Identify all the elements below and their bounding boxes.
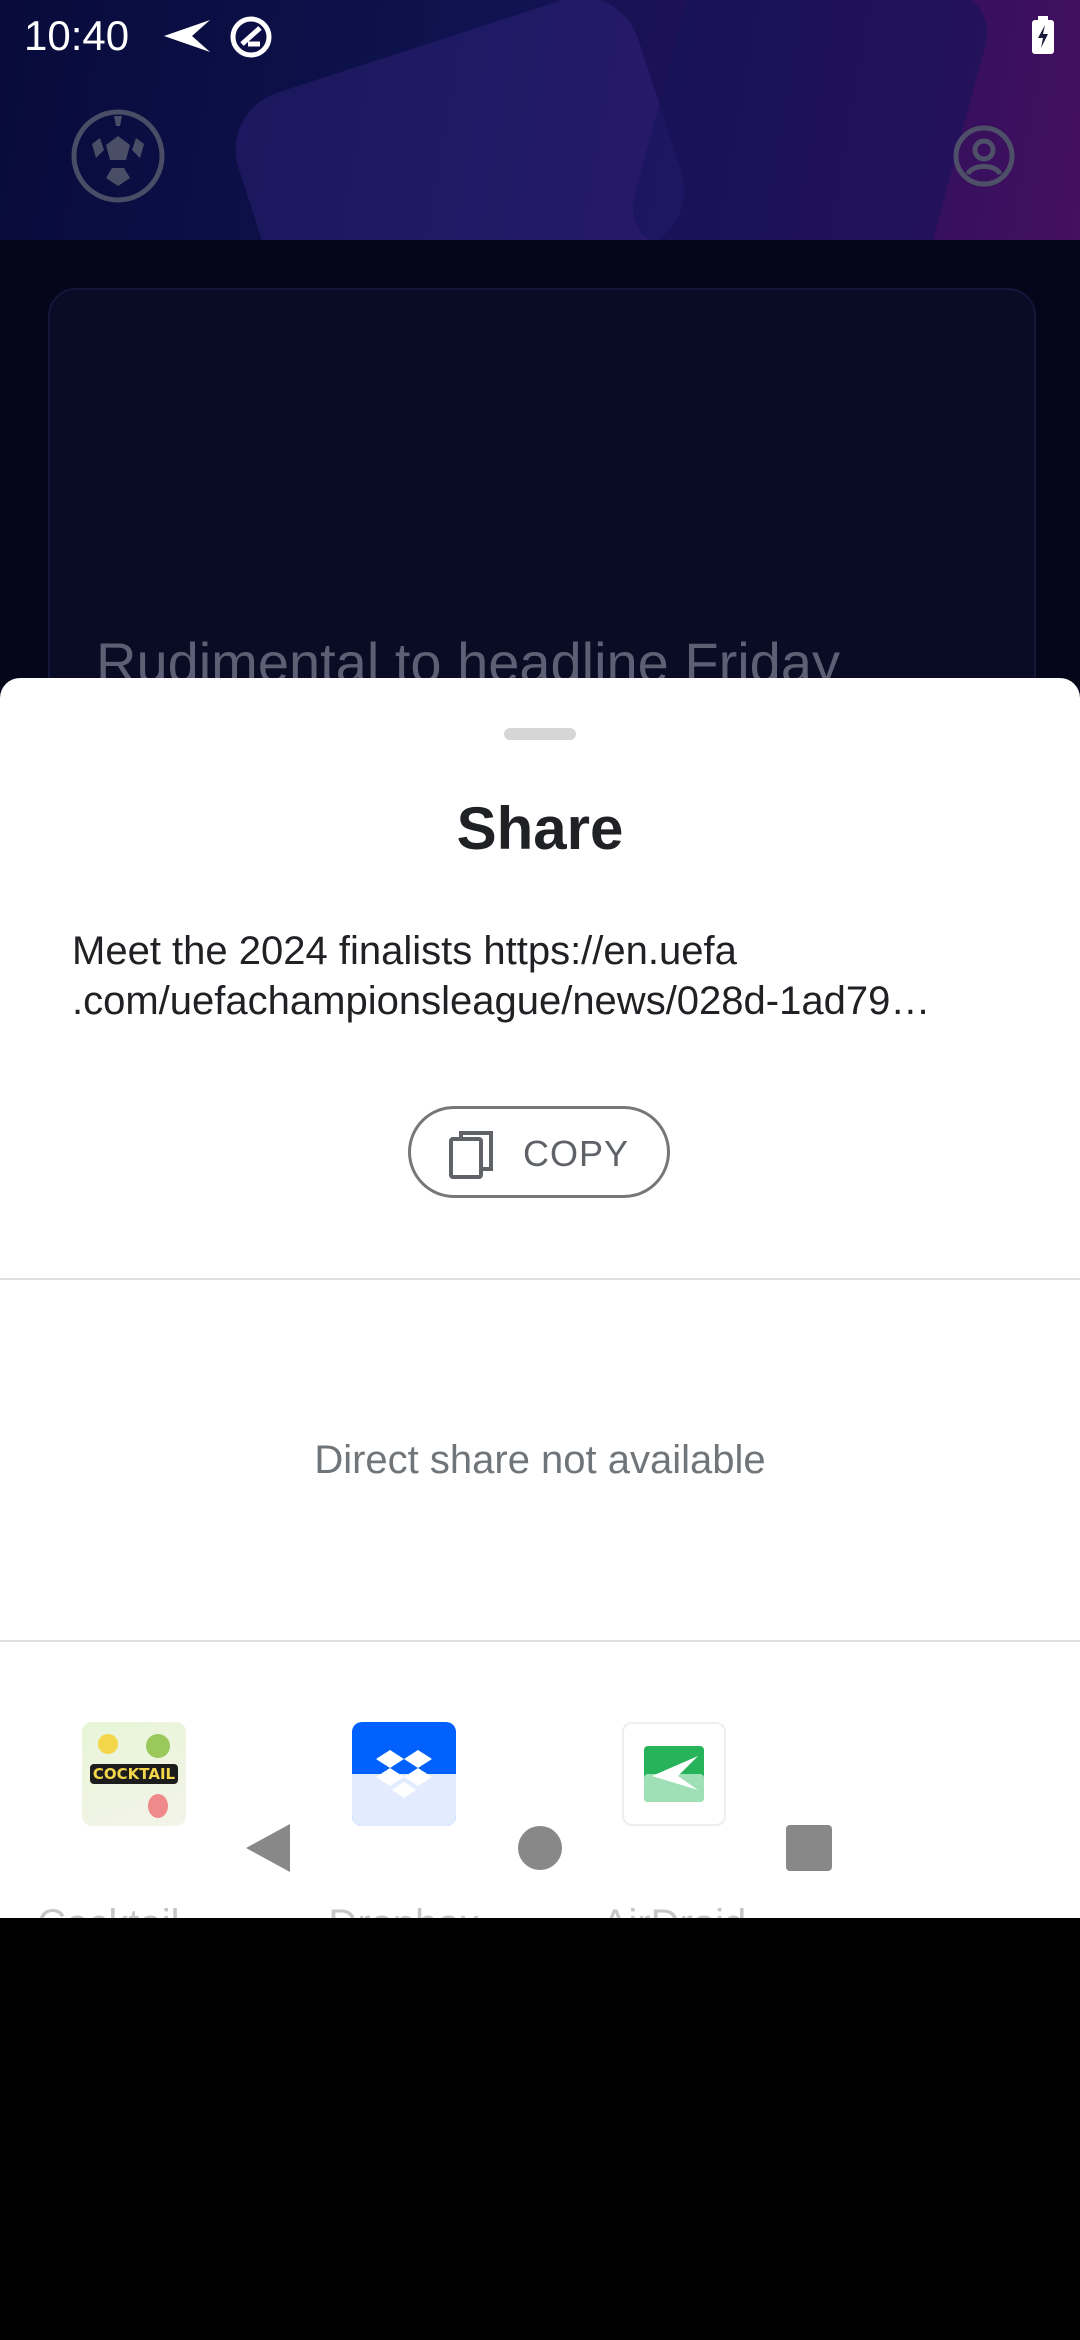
header-decoration [220, 0, 700, 240]
battery-charging-icon [1032, 16, 1054, 54]
status-time: 10:40 [24, 12, 130, 59]
share-title: Share [456, 795, 624, 862]
send-notification-icon [164, 20, 210, 52]
recents-button[interactable] [786, 1825, 832, 1871]
copy-button[interactable]: COPY [408, 1106, 670, 1198]
share-target-label: Dropbox [274, 1902, 534, 1918]
screen: Rudimental to headline Friday 10:40 Shar… [0, 0, 1080, 1918]
svg-text:COCKTAIL: COCKTAIL [93, 1765, 176, 1783]
shared-text-line: Meet the 2024 finalists https://en.uefa [72, 929, 737, 973]
cocktail-recipes-icon: COCKTAIL [82, 1722, 186, 1826]
divider [0, 1278, 1080, 1280]
champions-league-logo-icon[interactable] [70, 108, 166, 204]
share-sheet: Share Meet the 2024 finalists https://en… [0, 678, 1080, 1918]
copy-label: COPY [523, 1133, 630, 1174]
copy-icon [449, 1131, 493, 1179]
back-button[interactable] [244, 1822, 292, 1874]
share-target-label: AirDroid [544, 1902, 804, 1918]
header-decoration [623, 0, 997, 240]
airdroid-notification-icon [230, 16, 272, 58]
drag-handle[interactable] [504, 728, 576, 740]
airdroid-icon [622, 1722, 726, 1826]
home-button[interactable] [518, 1826, 562, 1870]
share-target-label: Cocktail … [4, 1902, 264, 1918]
shared-text-line: .com/uefachampionsleague/news/028d-1ad79… [72, 979, 931, 1023]
divider [0, 1640, 1080, 1642]
shared-text-preview: Meet the 2024 finalists https://en.uefa … [72, 926, 1008, 1026]
account-icon[interactable] [952, 124, 1016, 188]
dropbox-icon [352, 1722, 456, 1826]
direct-share-message: Direct share not available [314, 1438, 766, 1482]
